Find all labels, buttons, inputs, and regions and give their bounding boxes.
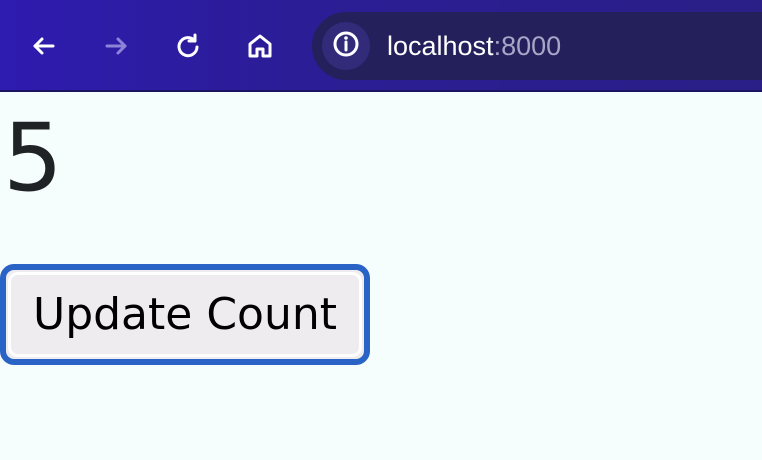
update-count-button-label: Update Count	[32, 289, 337, 340]
url-text[interactable]: localhost:8000	[387, 29, 561, 63]
info-icon	[331, 29, 361, 63]
site-info-button[interactable]	[322, 22, 370, 70]
home-icon	[245, 31, 275, 61]
count-display: 5	[3, 104, 63, 213]
arrow-left-icon	[29, 31, 59, 61]
url-bar[interactable]: localhost:8000	[312, 12, 762, 80]
url-host: localhost	[387, 31, 494, 61]
reload-icon	[173, 31, 203, 61]
forward-button[interactable]	[93, 23, 139, 69]
page-content: 5 Update Count	[0, 92, 762, 460]
browser-toolbar: localhost:8000	[0, 0, 762, 92]
home-button[interactable]	[237, 23, 283, 69]
reload-button[interactable]	[165, 23, 211, 69]
url-port: :8000	[493, 31, 562, 61]
arrow-right-icon	[101, 31, 131, 61]
back-button[interactable]	[21, 23, 67, 69]
update-count-button[interactable]: Update Count	[0, 264, 370, 365]
